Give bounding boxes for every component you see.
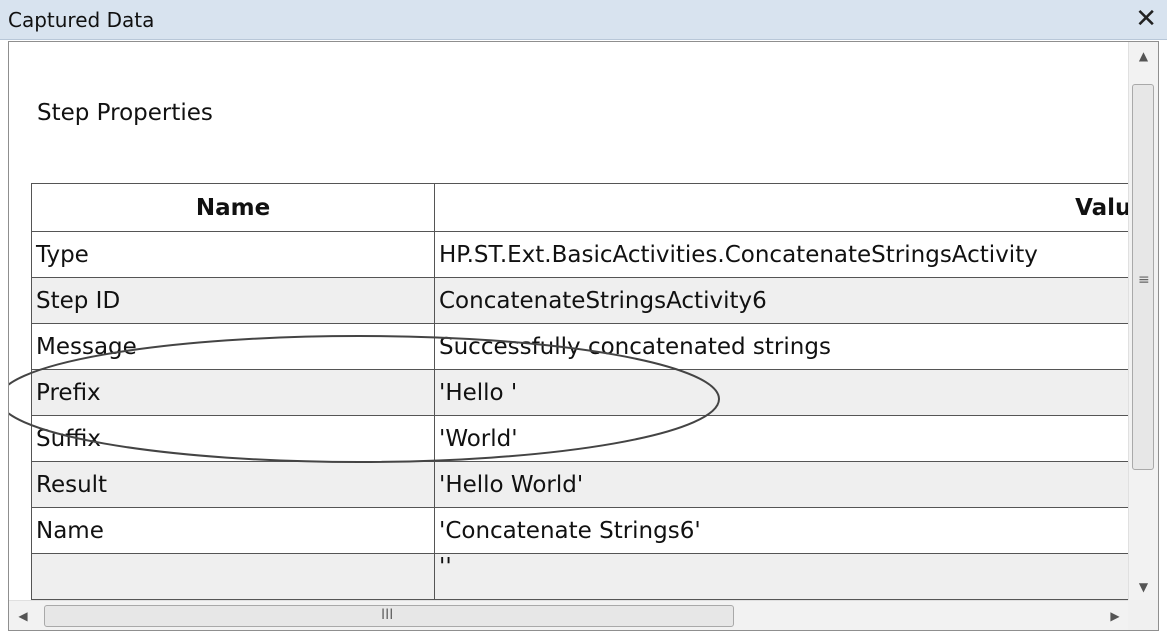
scroll-left-icon[interactable]: ◀ <box>9 601 37 630</box>
close-icon[interactable]: ✕ <box>1135 4 1157 34</box>
property-name: Suffix <box>31 415 435 462</box>
property-name: Message <box>31 323 435 370</box>
table-row: Name 'Concatenate Strings6' <box>31 507 1129 554</box>
horizontal-scroll-thumb[interactable]: III <box>44 605 734 627</box>
property-value: ConcatenateStringsActivity6 <box>434 277 1129 324</box>
step-properties-table: Name Value Type HP.ST.Ext.BasicActivitie… <box>31 183 1129 600</box>
table-row: Step ID ConcatenateStringsActivity6 <box>31 277 1129 324</box>
window-title: Captured Data <box>8 8 155 32</box>
column-header-value: Value <box>434 183 1129 232</box>
scroll-up-icon[interactable]: ▲ <box>1129 42 1158 70</box>
content-area: Step Properties Name Value Type HP.ST.Ex… <box>9 42 1129 601</box>
column-header-name: Name <box>31 183 435 232</box>
table-row: Prefix 'Hello ' <box>31 369 1129 416</box>
captured-data-panel: Step Properties Name Value Type HP.ST.Ex… <box>8 41 1159 631</box>
scroll-down-icon[interactable]: ▼ <box>1129 573 1158 601</box>
vertical-scrollbar[interactable]: ▲ ≡ ▼ <box>1128 42 1158 601</box>
table-row: Result 'Hello World' <box>31 461 1129 508</box>
table-row: Suffix 'World' <box>31 415 1129 462</box>
property-value: 'Concatenate Strings6' <box>434 507 1129 554</box>
property-value: '' <box>434 553 1129 600</box>
thumb-grip-icon: III <box>381 607 394 623</box>
step-properties-heading: Step Properties <box>37 100 213 126</box>
property-name: Step ID <box>31 277 435 324</box>
scroll-right-icon[interactable]: ▶ <box>1101 601 1129 630</box>
property-value: 'World' <box>434 415 1129 462</box>
horizontal-scrollbar[interactable]: ◀ III ▶ <box>9 600 1129 630</box>
thumb-grip-icon: ≡ <box>1138 272 1150 288</box>
property-value: 'Hello World' <box>434 461 1129 508</box>
property-name: Result <box>31 461 435 508</box>
property-name: Name <box>31 507 435 554</box>
vertical-scroll-thumb[interactable]: ≡ <box>1132 84 1154 470</box>
property-name: Type <box>31 231 435 278</box>
scrollbar-corner <box>1128 600 1158 630</box>
property-value: Successfully concatenated strings <box>434 323 1129 370</box>
property-value: 'Hello ' <box>434 369 1129 416</box>
table-row: Type HP.ST.Ext.BasicActivities.Concatena… <box>31 231 1129 278</box>
table-header-row: Name Value <box>31 183 1129 232</box>
property-name <box>31 553 435 600</box>
table-row: Message Successfully concatenated string… <box>31 323 1129 370</box>
property-name: Prefix <box>31 369 435 416</box>
property-value: HP.ST.Ext.BasicActivities.ConcatenateStr… <box>434 231 1129 278</box>
table-row: '' <box>31 553 1129 600</box>
title-bar: Captured Data ✕ <box>0 0 1167 40</box>
